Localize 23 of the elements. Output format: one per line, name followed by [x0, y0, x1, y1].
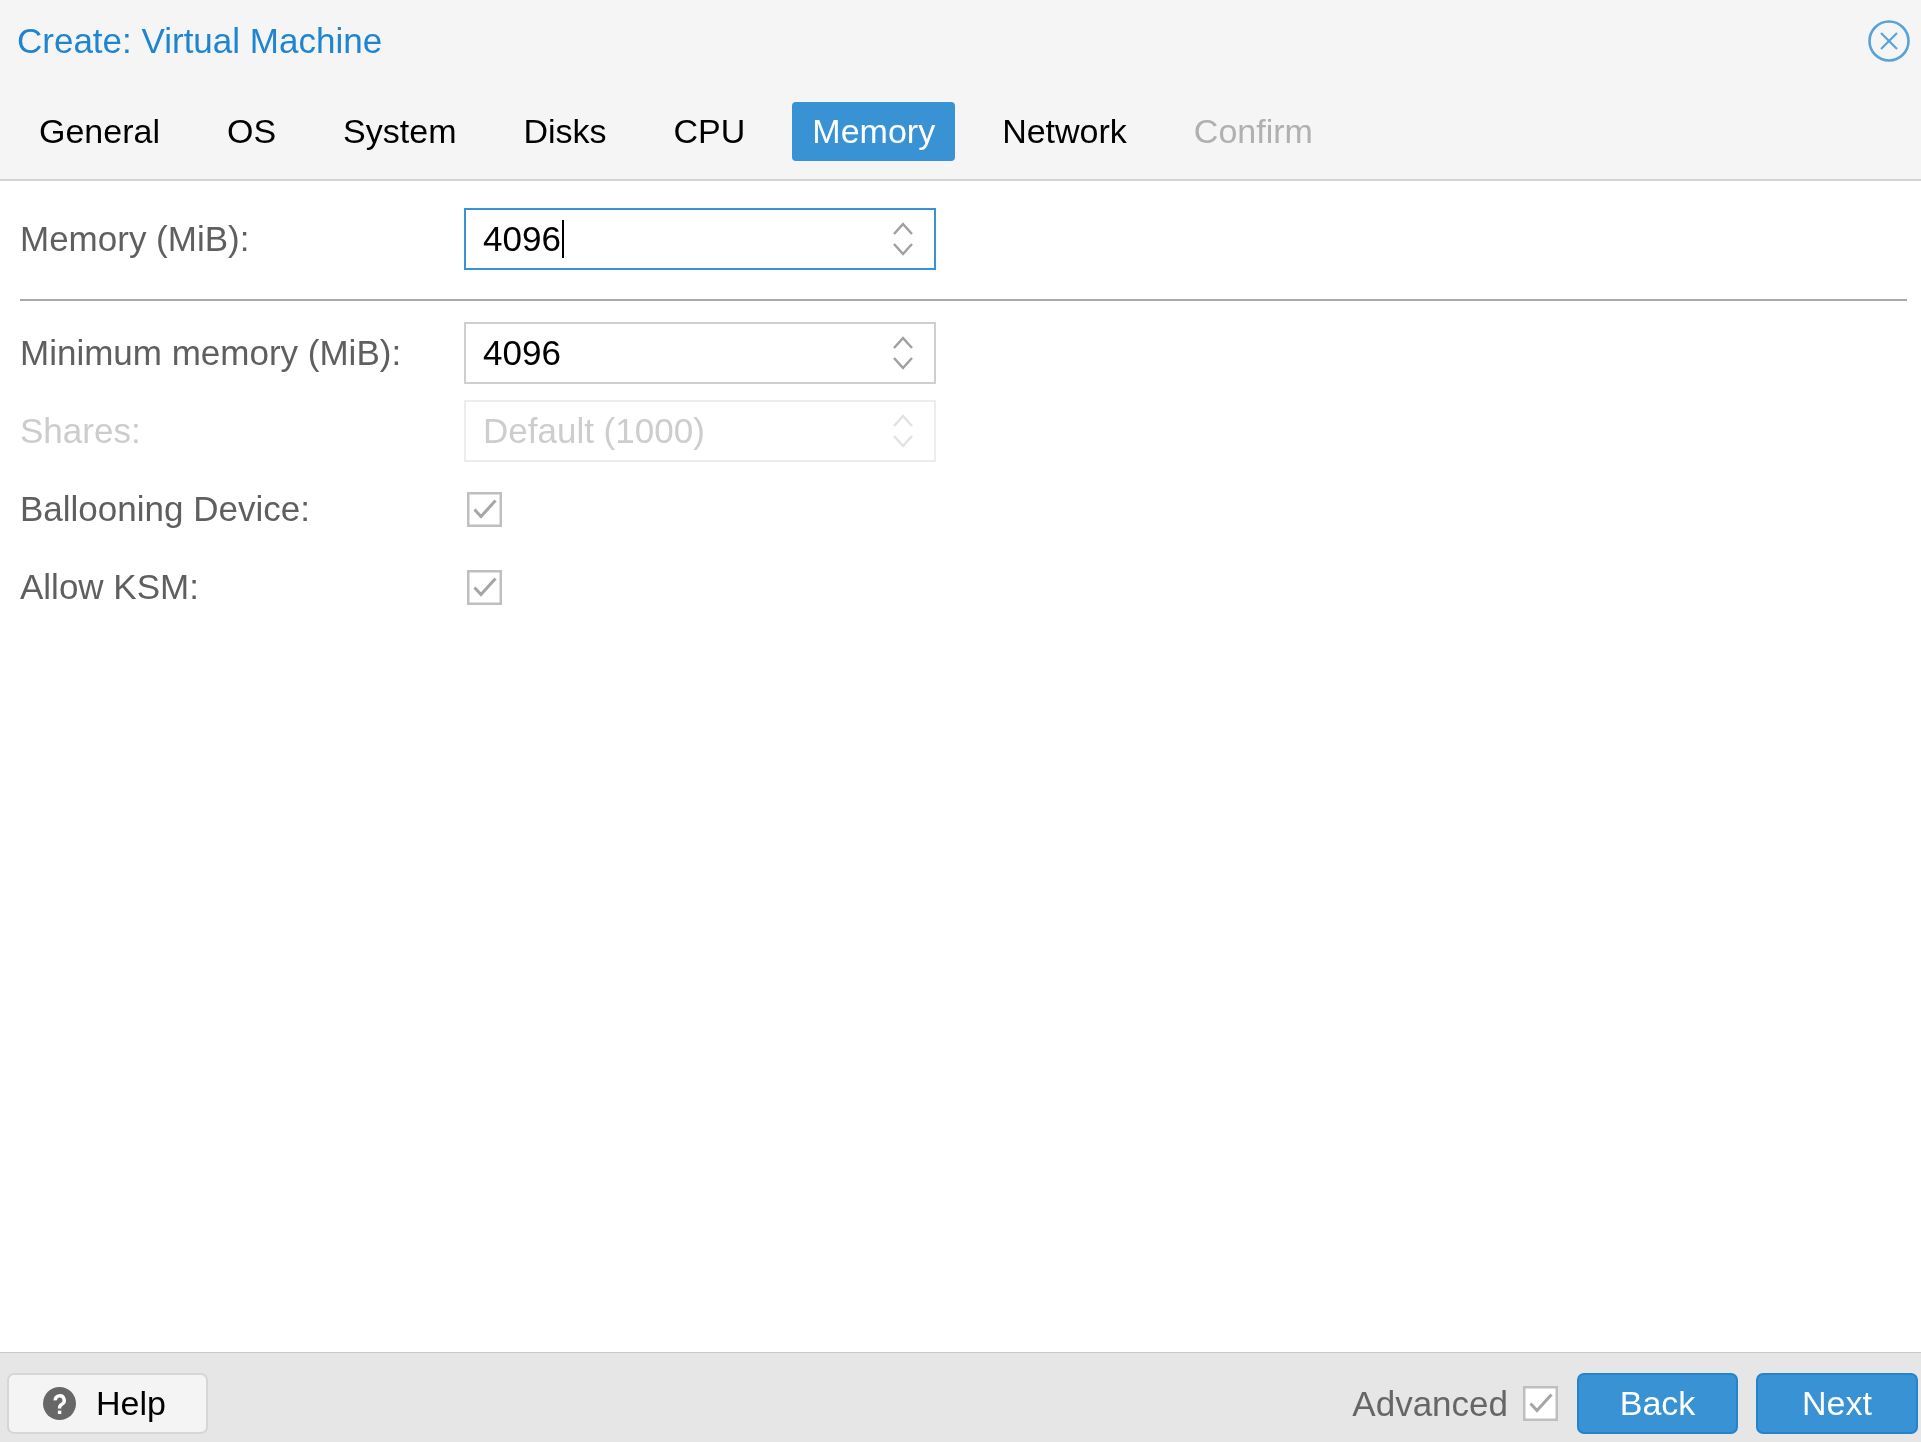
advanced-label: Advanced	[1352, 1383, 1508, 1424]
up-down-chevrons-icon[interactable]	[891, 221, 915, 257]
tab[interactable]: Network	[982, 102, 1147, 161]
tab[interactable]: OS	[206, 102, 297, 161]
up-down-chevrons-icon[interactable]	[891, 335, 915, 371]
field-label: Ballooning Device:	[20, 489, 311, 529]
text-cursor-icon	[561, 220, 564, 258]
tab[interactable]: Disks	[503, 102, 627, 161]
tab[interactable]: General	[19, 102, 180, 161]
close-icon[interactable]	[1868, 20, 1910, 62]
field-label: Minimum memory (MiB):	[20, 333, 403, 373]
number-field[interactable]: 4096	[464, 322, 936, 384]
checkbox[interactable]	[1523, 1386, 1558, 1421]
tab[interactable]: CPU	[653, 102, 766, 161]
checkbox[interactable]	[467, 491, 502, 527]
help-icon	[43, 1387, 76, 1420]
field-label: Memory (MiB):	[20, 219, 251, 259]
dialog-title: Create: Virtual Machine	[17, 21, 383, 61]
number-field[interactable]: 4096	[464, 208, 936, 270]
checkbox[interactable]	[467, 569, 502, 605]
field-label: Allow KSM:	[20, 567, 200, 607]
help-button[interactable]: Help	[7, 1373, 208, 1434]
tab[interactable]: System	[323, 102, 477, 161]
